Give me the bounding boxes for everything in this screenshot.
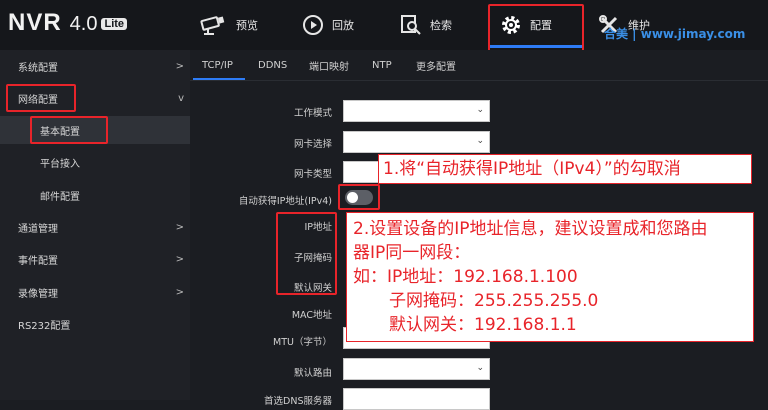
sidebar-item-rs232[interactable]: RS232配置 <box>0 310 190 338</box>
note-line: 如：IP地址：192.168.1.100 <box>353 267 578 287</box>
label-mtu: MTU（字节） <box>273 337 332 348</box>
sidebar-item-platform[interactable]: 平台接入 <box>0 148 190 176</box>
sidebar-item-email[interactable]: 邮件配置 <box>0 181 190 209</box>
nav-label: 检索 <box>430 19 452 32</box>
logo-brand: NVR <box>8 9 62 36</box>
chevron-down-icon: ⌄ <box>476 105 484 115</box>
sidebar-item-label: 平台接入 <box>40 158 80 170</box>
sidebar-item-label: 邮件配置 <box>40 191 80 203</box>
tab-port-mapping[interactable]: 端口映射 <box>309 50 349 80</box>
tab-tcpip[interactable]: TCP/IP <box>202 50 233 80</box>
nav-playback[interactable]: 回放 <box>302 0 354 50</box>
sidebar-item-label: 通道管理 <box>18 223 58 235</box>
logo-version: 4.0 <box>69 13 98 35</box>
chevron-down-icon: ⌄ <box>476 363 484 373</box>
label-route: 默认路由 <box>293 368 332 379</box>
tab-bar: TCP/IP DDNS 端口映射 NTP 更多配置 <box>190 50 768 80</box>
tab-divider <box>190 80 768 81</box>
chevron-right-icon: > <box>175 60 184 72</box>
tab-ntp[interactable]: NTP <box>372 50 392 80</box>
note-line: 子网掩码：255.255.255.0 <box>389 291 599 311</box>
note-line: 器IP同一网段： <box>353 243 471 263</box>
annotation-note-2: 2.设置设备的IP地址信息，建议设置成和您路由 器IP同一网段： 如：IP地址：… <box>346 212 754 342</box>
sidebar-item-channel[interactable]: 通道管理 > <box>0 213 190 241</box>
logo-badge: Lite <box>101 18 128 30</box>
playback-icon <box>303 15 323 35</box>
chevron-down-icon: v <box>178 92 184 104</box>
annotation-box-basic <box>30 116 108 144</box>
sidebar-item-label: 系统配置 <box>18 62 58 74</box>
sidebar-item-record[interactable]: 录像管理 > <box>0 278 190 306</box>
nav-search[interactable]: 检索 <box>400 0 452 50</box>
default-route-select[interactable]: ⌄ <box>343 358 490 380</box>
chevron-right-icon: > <box>175 221 184 233</box>
search-doc-icon <box>401 15 421 35</box>
label-nic-type: 网卡类型 <box>293 169 332 180</box>
annotation-box-ip-labels <box>276 212 337 295</box>
tab-ddns[interactable]: DDNS <box>258 50 287 80</box>
top-bar: NVR 4.0 Lite 预览 回放 检索 配置 维护 合美 | www.jim… <box>0 0 768 50</box>
annotation-box-dhcp <box>338 184 380 210</box>
sidebar-item-label: 事件配置 <box>18 255 58 267</box>
label-dhcp: 自动获得IP地址(IPv4) <box>238 196 332 207</box>
sidebar-item-label: 录像管理 <box>18 288 58 300</box>
note-line: 2.设置设备的IP地址信息，建议设置成和您路由 <box>353 219 708 239</box>
chevron-right-icon: > <box>175 286 184 298</box>
camera-icon <box>200 16 225 35</box>
sidebar-item-system[interactable]: 系统配置 > <box>0 52 190 80</box>
annotation-box-config <box>488 4 584 54</box>
watermark: 合美 | www.jimay.com <box>604 27 746 41</box>
sidebar-item-event[interactable]: 事件配置 > <box>0 245 190 273</box>
chevron-down-icon: ⌄ <box>476 136 484 146</box>
work-mode-select[interactable]: ⌄ <box>343 100 490 122</box>
label-dns: 首选DNS服务器 <box>264 396 332 407</box>
nav-preview[interactable]: 预览 <box>200 0 258 50</box>
dns-input[interactable] <box>343 388 490 410</box>
label-mac: MAC地址 <box>291 310 332 321</box>
sidebar-item-label: RS232配置 <box>18 320 71 332</box>
app-logo: NVR 4.0 Lite <box>8 9 128 39</box>
nic-select[interactable]: ⌄ <box>343 131 490 153</box>
nav-label: 回放 <box>332 19 354 32</box>
tab-active-underline <box>193 78 245 80</box>
annotation-note-1: 1.将“自动获得IP地址（IPv4）”的勾取消 <box>378 154 752 184</box>
chevron-right-icon: > <box>175 253 184 265</box>
label-nic-select: 网卡选择 <box>293 139 332 150</box>
tab-more[interactable]: 更多配置 <box>416 50 456 80</box>
note-line: 默认网关：192.168.1.1 <box>389 315 577 335</box>
nav-label: 预览 <box>236 19 258 32</box>
label-work-mode: 工作模式 <box>293 108 332 119</box>
annotation-box-network <box>6 84 76 112</box>
